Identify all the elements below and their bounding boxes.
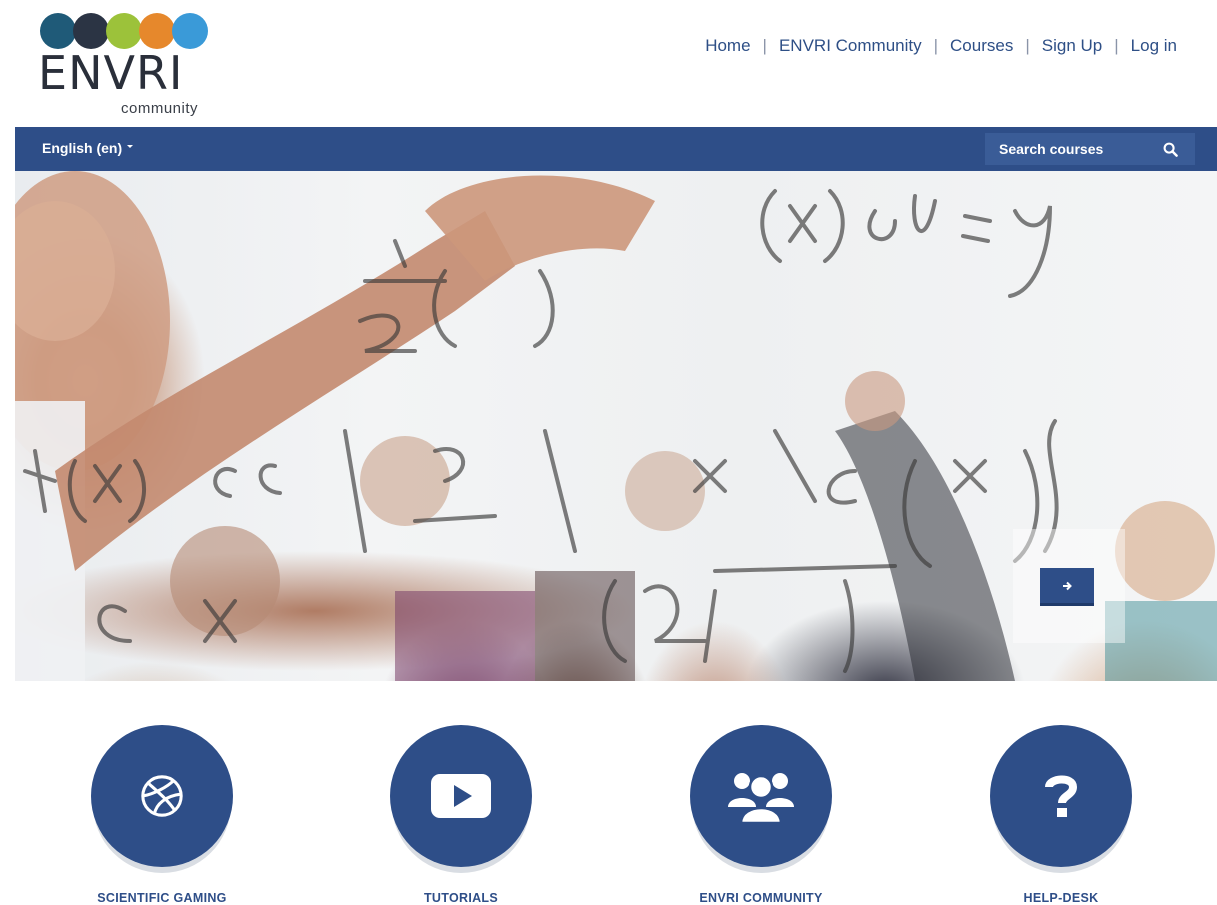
- search-input[interactable]: [985, 141, 1150, 157]
- feature-tutorials[interactable]: TUTORIALS: [361, 725, 561, 905]
- next-slide-button[interactable]: [1040, 568, 1094, 606]
- nav-sign-up[interactable]: Sign Up: [1042, 36, 1102, 56]
- feature-circle: [690, 725, 832, 867]
- feature-label: HELP-DESK: [1023, 891, 1099, 905]
- question-icon: [1045, 775, 1078, 817]
- site-header: ENVRI community Home | ENVRI Community |…: [0, 0, 1217, 127]
- nav-separator: |: [1025, 36, 1030, 55]
- language-label: English (en): [42, 140, 123, 156]
- feature-scientific-gaming[interactable]: SCIENTIFIC GAMING: [62, 725, 262, 905]
- logo-wordmark: ENVRI: [38, 46, 184, 100]
- search-box: [985, 133, 1195, 165]
- feature-label: TUTORIALS: [424, 891, 498, 905]
- envri-logo[interactable]: ENVRI community: [38, 10, 208, 122]
- top-navigation: Home | ENVRI Community | Courses | Sign …: [705, 36, 1177, 56]
- nav-separator: |: [933, 36, 939, 55]
- logo-subtitle: community: [121, 100, 199, 117]
- nav-home[interactable]: Home: [705, 36, 750, 56]
- main-navbar: English (en): [15, 127, 1217, 171]
- nav-envri-community[interactable]: ENVRI Community: [779, 36, 922, 56]
- nav-separator: |: [1114, 36, 1119, 55]
- feature-label: ENVRI COMMUNITY: [699, 891, 823, 905]
- feature-label: SCIENTIFIC GAMING: [97, 891, 227, 905]
- feature-help-desk[interactable]: HELP-DESK: [961, 725, 1161, 905]
- feature-envri-community[interactable]: ENVRI COMMUNITY: [661, 725, 861, 905]
- basketball-icon: [141, 775, 183, 817]
- feature-section: SCIENTIFIC GAMING TUTORIALS ENVRI COMMUN…: [0, 681, 1217, 905]
- hero-slideshow: [15, 171, 1217, 681]
- logo-dot: [73, 13, 109, 49]
- logo-dot: [40, 13, 76, 49]
- users-icon: [728, 773, 794, 825]
- nav-courses[interactable]: Courses: [950, 36, 1013, 56]
- play-icon: [431, 774, 491, 818]
- feature-circle: [390, 725, 532, 867]
- feature-circle: [91, 725, 233, 867]
- search-button[interactable]: [1150, 133, 1190, 165]
- caret-down-icon: [127, 145, 134, 148]
- nav-separator: |: [762, 36, 767, 55]
- search-icon: [1163, 142, 1178, 157]
- arrow-right-icon: [1063, 581, 1072, 590]
- logo-dot: [139, 13, 175, 49]
- language-menu[interactable]: English (en): [42, 140, 134, 156]
- nav-log-in[interactable]: Log in: [1131, 36, 1177, 56]
- slideshow-controls: [1013, 529, 1125, 643]
- logo-dot: [106, 13, 142, 49]
- logo-globe-icon: [172, 13, 208, 49]
- feature-circle: [990, 725, 1132, 867]
